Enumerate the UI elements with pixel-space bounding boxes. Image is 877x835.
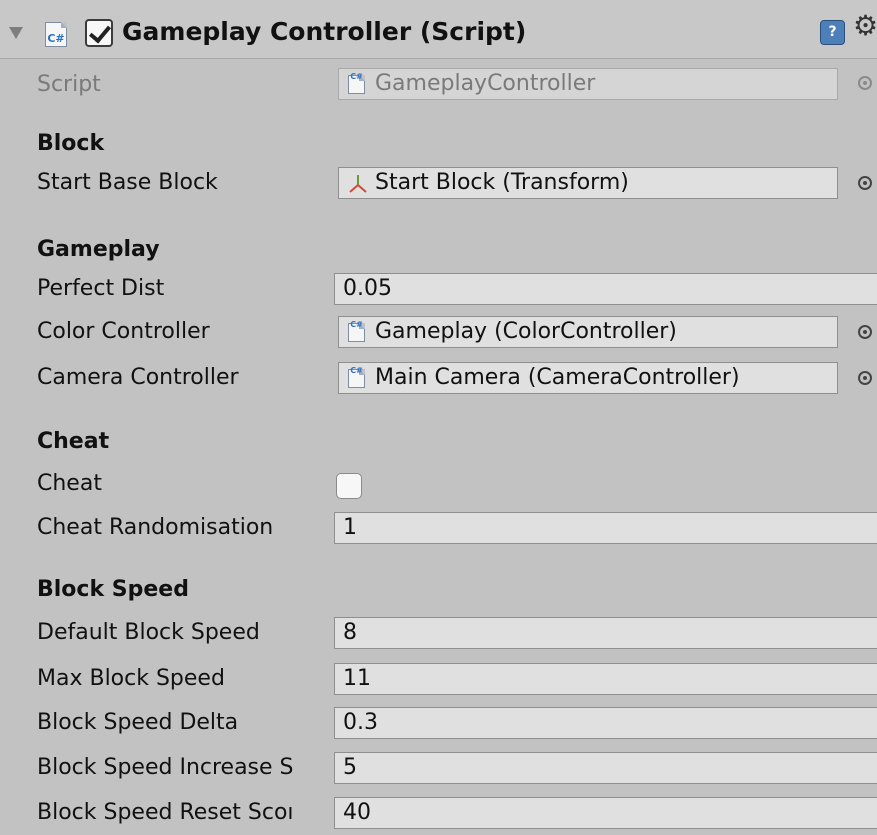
block-speed-delta-label: Block Speed Delta: [37, 710, 239, 735]
csharp-script-icon: C#: [348, 366, 365, 388]
block-speed-increase-input[interactable]: 5: [334, 752, 877, 784]
color-controller-field[interactable]: C# Gameplay (ColorController): [338, 316, 838, 348]
block-speed-increase-value: 5: [343, 755, 357, 780]
section-header-cheat: Cheat: [37, 429, 110, 454]
start-base-block-value: Start Block (Transform): [375, 170, 629, 195]
csharp-script-icon: C#: [45, 22, 67, 47]
block-speed-reset-input[interactable]: 40: [334, 797, 877, 829]
block-speed-reset-value: 40: [343, 800, 371, 825]
default-block-speed-value: 8: [343, 620, 357, 645]
object-picker-icon[interactable]: [858, 325, 872, 339]
csharp-script-icon: C#: [348, 320, 365, 342]
section-header-block: Block: [37, 131, 105, 156]
camera-controller-label: Camera Controller: [37, 365, 239, 390]
component-header[interactable]: C# Gameplay Controller (Script) ? ⚙: [0, 0, 877, 59]
cheat-randomisation-value: 1: [343, 515, 357, 540]
csharp-script-icon: C#: [348, 72, 365, 94]
color-controller-label: Color Controller: [37, 319, 210, 344]
color-controller-value: Gameplay (ColorController): [375, 319, 677, 344]
start-base-block-label: Start Base Block: [37, 170, 218, 195]
max-block-speed-value: 11: [343, 666, 371, 691]
default-block-speed-input[interactable]: 8: [334, 617, 877, 649]
max-block-speed-label: Max Block Speed: [37, 666, 225, 691]
block-speed-increase-label: Block Speed Increase S: [37, 755, 294, 780]
block-speed-delta-input[interactable]: 0.3: [334, 707, 877, 739]
section-header-block-speed: Block Speed: [37, 577, 189, 602]
transform-axes-icon: [349, 175, 367, 193]
cheat-label: Cheat: [37, 471, 102, 496]
object-picker-icon[interactable]: [858, 76, 872, 90]
help-book-icon[interactable]: ?: [820, 20, 845, 45]
perfect-dist-label: Perfect Dist: [37, 276, 165, 301]
cheat-checkbox[interactable]: [336, 473, 362, 499]
component-enabled-checkbox[interactable]: [85, 19, 113, 47]
script-label: Script: [37, 72, 101, 97]
camera-controller-field[interactable]: C# Main Camera (CameraController): [338, 362, 838, 394]
default-block-speed-label: Default Block Speed: [37, 620, 260, 645]
object-picker-icon[interactable]: [858, 176, 872, 190]
perfect-dist-input[interactable]: 0.05: [334, 273, 877, 305]
max-block-speed-input[interactable]: 11: [334, 663, 877, 695]
camera-controller-value: Main Camera (CameraController): [375, 365, 740, 390]
gear-icon[interactable]: ⚙: [853, 12, 877, 40]
section-header-gameplay: Gameplay: [37, 237, 160, 262]
block-speed-reset-label: Block Speed Reset Scoı: [37, 800, 294, 825]
component-title: Gameplay Controller (Script): [122, 17, 527, 46]
block-speed-delta-value: 0.3: [343, 710, 378, 735]
cheat-randomisation-label: Cheat Randomisation: [37, 515, 274, 540]
cheat-randomisation-input[interactable]: 1: [334, 512, 877, 544]
script-field[interactable]: C# GameplayController: [338, 68, 838, 100]
foldout-arrow-icon[interactable]: [9, 27, 23, 39]
script-field-value: GameplayController: [375, 71, 596, 96]
object-picker-icon[interactable]: [858, 371, 872, 385]
perfect-dist-value: 0.05: [343, 276, 392, 301]
start-base-block-field[interactable]: Start Block (Transform): [338, 167, 838, 199]
inspector-panel: C# Gameplay Controller (Script) ? ⚙ Scri…: [0, 0, 877, 835]
